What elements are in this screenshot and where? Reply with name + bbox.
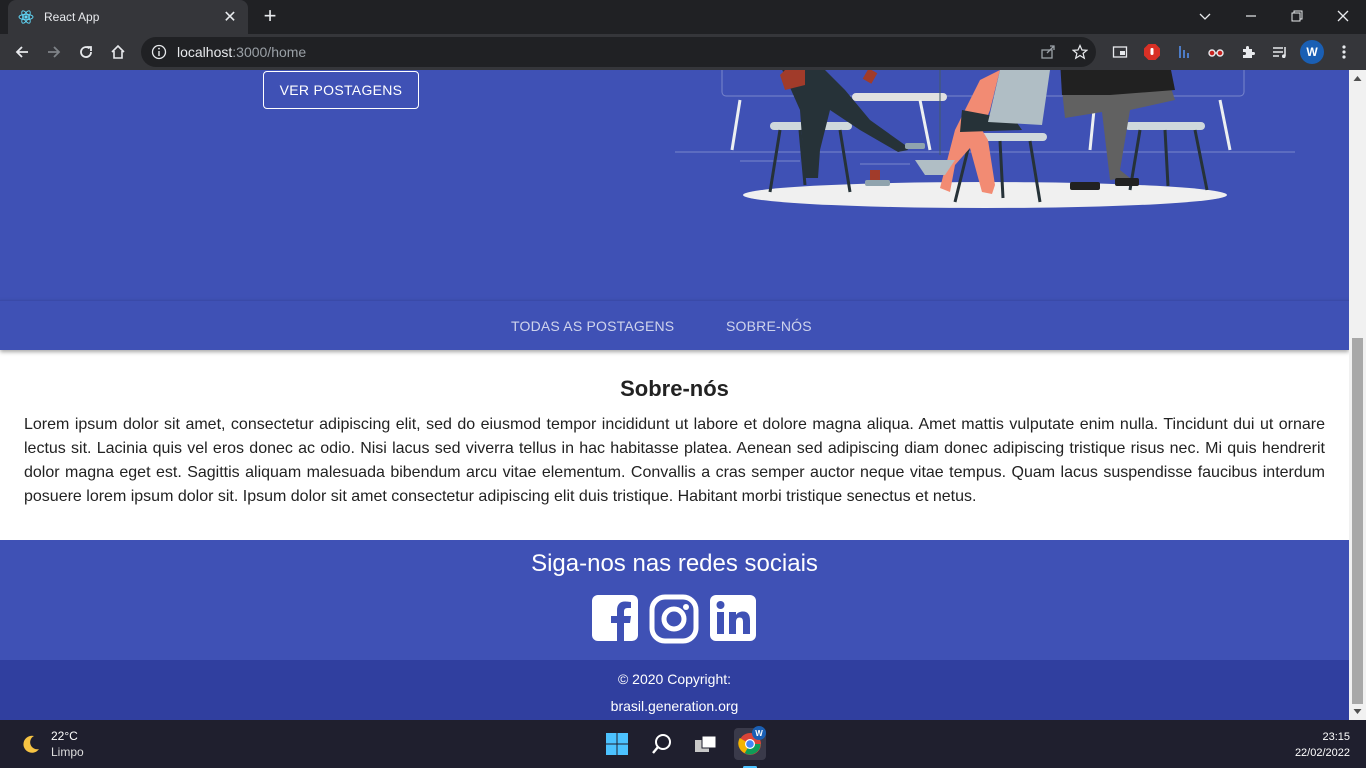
social-section: Siga-nos nas redes sociais — [0, 540, 1349, 660]
site-info-icon[interactable] — [151, 44, 167, 60]
clock-time: 23:15 — [1322, 731, 1350, 743]
glasses-extension-icon[interactable] — [1206, 42, 1226, 62]
address-bar[interactable]: localhost:3000/home — [141, 37, 1096, 67]
new-tab-button[interactable]: + — [258, 5, 282, 29]
react-icon — [18, 10, 34, 24]
page-scrollbar[interactable] — [1349, 70, 1366, 720]
moon-icon — [23, 735, 39, 753]
social-icons — [591, 594, 757, 644]
meeting-illustration — [675, 70, 1295, 208]
scroll-thumb[interactable] — [1352, 338, 1363, 704]
task-view-icon[interactable] — [690, 728, 722, 760]
search-icon[interactable] — [646, 728, 678, 760]
nav-tabs-bar: TODAS AS POSTAGENS SOBRE-NÓS — [0, 300, 1349, 350]
instagram-icon[interactable] — [649, 594, 699, 644]
tab-search-icon[interactable] — [1182, 0, 1228, 32]
copyright-text: © 2020 Copyright: — [617, 671, 732, 687]
bookmark-star-icon[interactable] — [1070, 42, 1090, 62]
page-viewport: VER POSTAGENS TODAS AS POSTAGENS SOBRE-N… — [0, 70, 1349, 720]
about-title: Sobre-nós — [620, 376, 729, 401]
os-taskbar: 22°C Limpo W 23:15 22/02/2022 — [0, 720, 1366, 768]
minimize-button[interactable] — [1228, 0, 1274, 32]
home-button[interactable] — [106, 40, 130, 64]
start-button[interactable] — [601, 728, 633, 760]
hero-section: VER POSTAGENS — [0, 70, 1349, 300]
chrome-profile-badge: W — [752, 726, 766, 740]
close-window-button[interactable] — [1320, 0, 1366, 32]
tab-title: React App — [44, 10, 100, 24]
url-host: localhost — [177, 44, 233, 60]
about-text: Lorem ipsum dolor sit amet, consectetur … — [24, 416, 1325, 505]
ver-postagens-button[interactable]: VER POSTAGENS — [263, 71, 419, 109]
browser-tabbar: React App ✕ + — [0, 0, 1366, 34]
facebook-icon[interactable] — [591, 594, 639, 642]
tab-todas-as-postagens[interactable]: TODAS AS POSTAGENS — [511, 318, 674, 334]
profile-avatar[interactable]: W — [1300, 40, 1324, 64]
scroll-down-icon[interactable] — [1353, 707, 1362, 716]
system-clock[interactable]: 23:15 22/02/2022 — [1295, 729, 1350, 761]
copyright-footer: © 2020 Copyright: brasil.generation.org — [0, 660, 1349, 720]
scroll-up-icon[interactable] — [1353, 74, 1362, 83]
restore-button[interactable] — [1274, 0, 1320, 32]
close-tab-icon[interactable]: ✕ — [222, 7, 238, 27]
browser-tab[interactable]: React App ✕ — [8, 0, 248, 34]
forward-button[interactable] — [42, 40, 66, 64]
reload-button[interactable] — [74, 40, 98, 64]
about-section: Sobre-nós Lorem ipsum dolor sit amet, co… — [0, 350, 1349, 540]
chrome-taskbar-icon[interactable]: W — [734, 726, 766, 768]
url-path: :3000/home — [232, 44, 307, 60]
linkedin-icon[interactable] — [709, 594, 757, 642]
reading-list-icon[interactable] — [1270, 42, 1290, 62]
weather-temperature: 22°C — [51, 729, 78, 743]
clock-date: 22/02/2022 — [1294, 747, 1350, 759]
browser-toolbar: localhost:3000/home W — [0, 34, 1366, 70]
site-link[interactable]: brasil.generation.org — [0, 698, 1349, 714]
social-title: Siga-nos nas redes sociais — [531, 550, 818, 577]
adblock-icon[interactable] — [1142, 42, 1162, 62]
weather-widget[interactable]: 22°C Limpo — [20, 729, 84, 759]
back-button[interactable] — [10, 40, 34, 64]
share-icon[interactable] — [1038, 42, 1058, 62]
extension-bars-icon[interactable] — [1174, 42, 1194, 62]
weather-description: Limpo — [51, 745, 84, 759]
extensions-puzzle-icon[interactable] — [1238, 42, 1258, 62]
media-icon[interactable] — [1110, 42, 1130, 62]
chrome-menu-icon[interactable] — [1334, 42, 1354, 62]
tab-sobre-nos[interactable]: SOBRE-NÓS — [726, 318, 812, 334]
